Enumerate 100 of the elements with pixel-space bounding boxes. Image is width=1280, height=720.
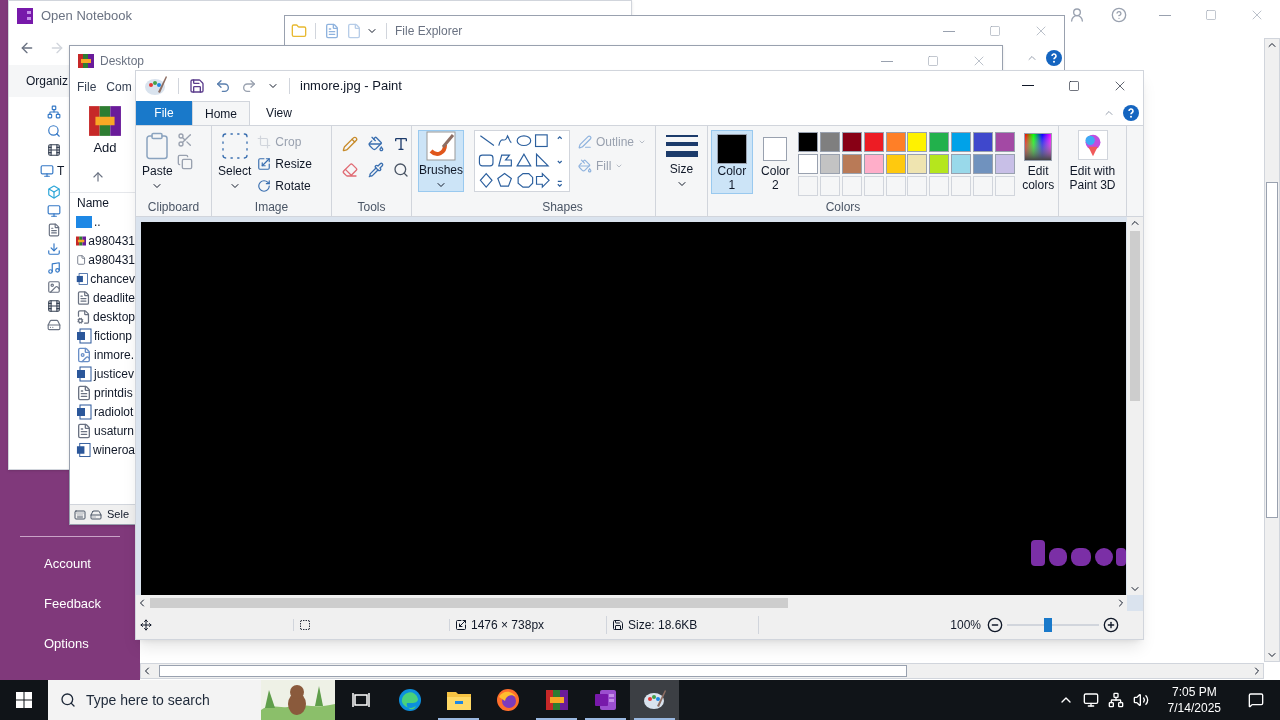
blank-page-icon[interactable] <box>346 23 362 39</box>
ribbon-tab[interactable]: View <box>250 101 308 126</box>
color-swatch[interactable] <box>885 132 906 153</box>
file-size: Size: 18.6KB <box>628 617 698 635</box>
color-swatch[interactable] <box>950 132 971 153</box>
menu-item[interactable]: File <box>77 78 97 96</box>
color-swatch[interactable] <box>907 154 928 175</box>
pencil-icon[interactable] <box>342 136 358 153</box>
help-icon[interactable] <box>1046 50 1062 66</box>
zoom-in-icon[interactable] <box>1103 617 1119 634</box>
color-swatch[interactable] <box>863 132 884 153</box>
forward-icon[interactable] <box>49 40 65 56</box>
file-row[interactable]: a980431 <box>70 250 135 270</box>
image-action-button[interactable]: Rotate <box>257 177 313 196</box>
up-arrow-icon[interactable] <box>91 169 105 184</box>
color-swatch[interactable] <box>972 154 993 175</box>
paint-3d-button[interactable]: Edit with Paint 3D <box>1060 130 1125 217</box>
taskbar-app-button[interactable] <box>630 680 679 720</box>
select-button[interactable]: Select <box>218 130 252 199</box>
organize-menu[interactable]: Organiz <box>26 72 69 90</box>
zoom-level: 100% <box>950 617 981 635</box>
file-row[interactable]: .. <box>70 212 135 232</box>
shape-gallery[interactable] <box>474 130 570 193</box>
column-header[interactable]: Name <box>70 192 135 213</box>
color-swatch[interactable] <box>798 154 819 175</box>
folder-icon <box>446 690 471 710</box>
color-swatch[interactable] <box>929 132 950 153</box>
file-tab[interactable]: File <box>136 101 192 126</box>
save-icon[interactable] <box>189 77 205 94</box>
color-swatch[interactable] <box>929 154 950 175</box>
clock[interactable]: 7:05 PM 7/14/2025 <box>1161 684 1227 716</box>
undo-icon[interactable] <box>215 77 231 94</box>
zoom-slider-thumb[interactable] <box>1044 618 1053 633</box>
document-icon <box>47 223 61 237</box>
notifications-icon[interactable] <box>1248 692 1264 708</box>
color-picker-icon[interactable] <box>367 162 384 179</box>
horizontal-scrollbar[interactable] <box>140 663 1264 679</box>
search-box[interactable]: Type here to search <box>48 680 335 720</box>
help-icon[interactable] <box>1111 7 1127 23</box>
brushes-button[interactable]: Brushes <box>418 130 464 193</box>
minimize-icon <box>1159 14 1171 16</box>
size-button[interactable]: Size <box>665 132 698 193</box>
redo-icon[interactable] <box>241 77 257 94</box>
scrollbar-thumb[interactable] <box>1130 231 1140 402</box>
file-row[interactable]: inmore. <box>70 345 135 365</box>
file-row[interactable]: printdis <box>70 383 135 403</box>
nav-item[interactable]: T <box>57 162 65 180</box>
sidebar-item[interactable]: Feedback <box>0 584 120 624</box>
color-swatch[interactable] <box>950 154 971 175</box>
fill-icon <box>578 159 592 174</box>
scrollbar-thumb[interactable] <box>159 665 907 677</box>
file-row[interactable]: justicev <box>70 364 135 384</box>
fill-bucket-icon[interactable] <box>367 136 384 153</box>
file-row[interactable]: wineroa <box>70 440 135 460</box>
edit-colors-button[interactable]: Edit colors <box>1018 130 1058 199</box>
person-icon[interactable] <box>1069 7 1085 23</box>
vertical-scrollbar[interactable] <box>1264 38 1280 662</box>
color-swatch[interactable] <box>972 132 993 153</box>
scrollbar-thumb[interactable] <box>150 598 788 609</box>
color-swatch[interactable] <box>820 154 841 175</box>
ribbon-tab[interactable]: Home <box>192 101 250 126</box>
eraser-icon[interactable] <box>342 162 358 179</box>
copy-icon[interactable] <box>176 154 193 171</box>
magnifier-icon[interactable] <box>393 162 410 179</box>
color-swatch[interactable] <box>863 154 884 175</box>
sidebar-item[interactable]: Account <box>0 544 120 584</box>
file-row[interactable]: radiolot <box>70 402 135 422</box>
menu-item[interactable]: Com <box>106 78 132 96</box>
paste-button[interactable]: Paste <box>142 130 173 199</box>
checklist-icon[interactable] <box>324 23 340 39</box>
color-swatch[interactable] <box>885 154 906 175</box>
color-swatch[interactable] <box>820 132 841 153</box>
file-row[interactable]: fictionp <box>70 326 135 346</box>
file-row[interactable]: chancev <box>70 269 135 289</box>
horizontal-scrollbar[interactable] <box>136 595 1127 612</box>
file-row[interactable]: usaturn <box>70 421 135 441</box>
color-slot-button[interactable]: Color 1 <box>711 130 753 195</box>
network-icon[interactable] <box>1107 692 1124 708</box>
maximize-icon <box>1068 79 1080 92</box>
help-icon[interactable] <box>1123 105 1139 122</box>
color-swatch[interactable] <box>907 132 928 153</box>
color-swatch[interactable] <box>798 132 819 153</box>
color-swatch[interactable] <box>994 132 1015 153</box>
file-row[interactable]: a980431 <box>70 231 135 251</box>
image-action-button[interactable]: Resize <box>257 155 313 174</box>
zoom-out-icon[interactable] <box>987 617 1003 634</box>
add-button[interactable]: Add <box>88 104 122 158</box>
text-tool-icon[interactable] <box>393 136 410 153</box>
sidebar-item[interactable]: Options <box>0 624 120 664</box>
file-row[interactable]: deadlite <box>70 288 135 308</box>
vertical-scrollbar[interactable] <box>1127 217 1143 596</box>
color-swatch[interactable] <box>841 132 862 153</box>
volume-icon[interactable] <box>1132 692 1149 708</box>
back-icon[interactable] <box>19 40 35 56</box>
color-slot-button[interactable]: Color 2 <box>754 130 797 195</box>
file-row[interactable]: desktop <box>70 307 135 327</box>
scrollbar-thumb[interactable] <box>1266 182 1278 518</box>
color-swatch[interactable] <box>841 154 862 175</box>
color-swatch[interactable] <box>994 154 1015 175</box>
cut-icon[interactable] <box>176 132 193 149</box>
